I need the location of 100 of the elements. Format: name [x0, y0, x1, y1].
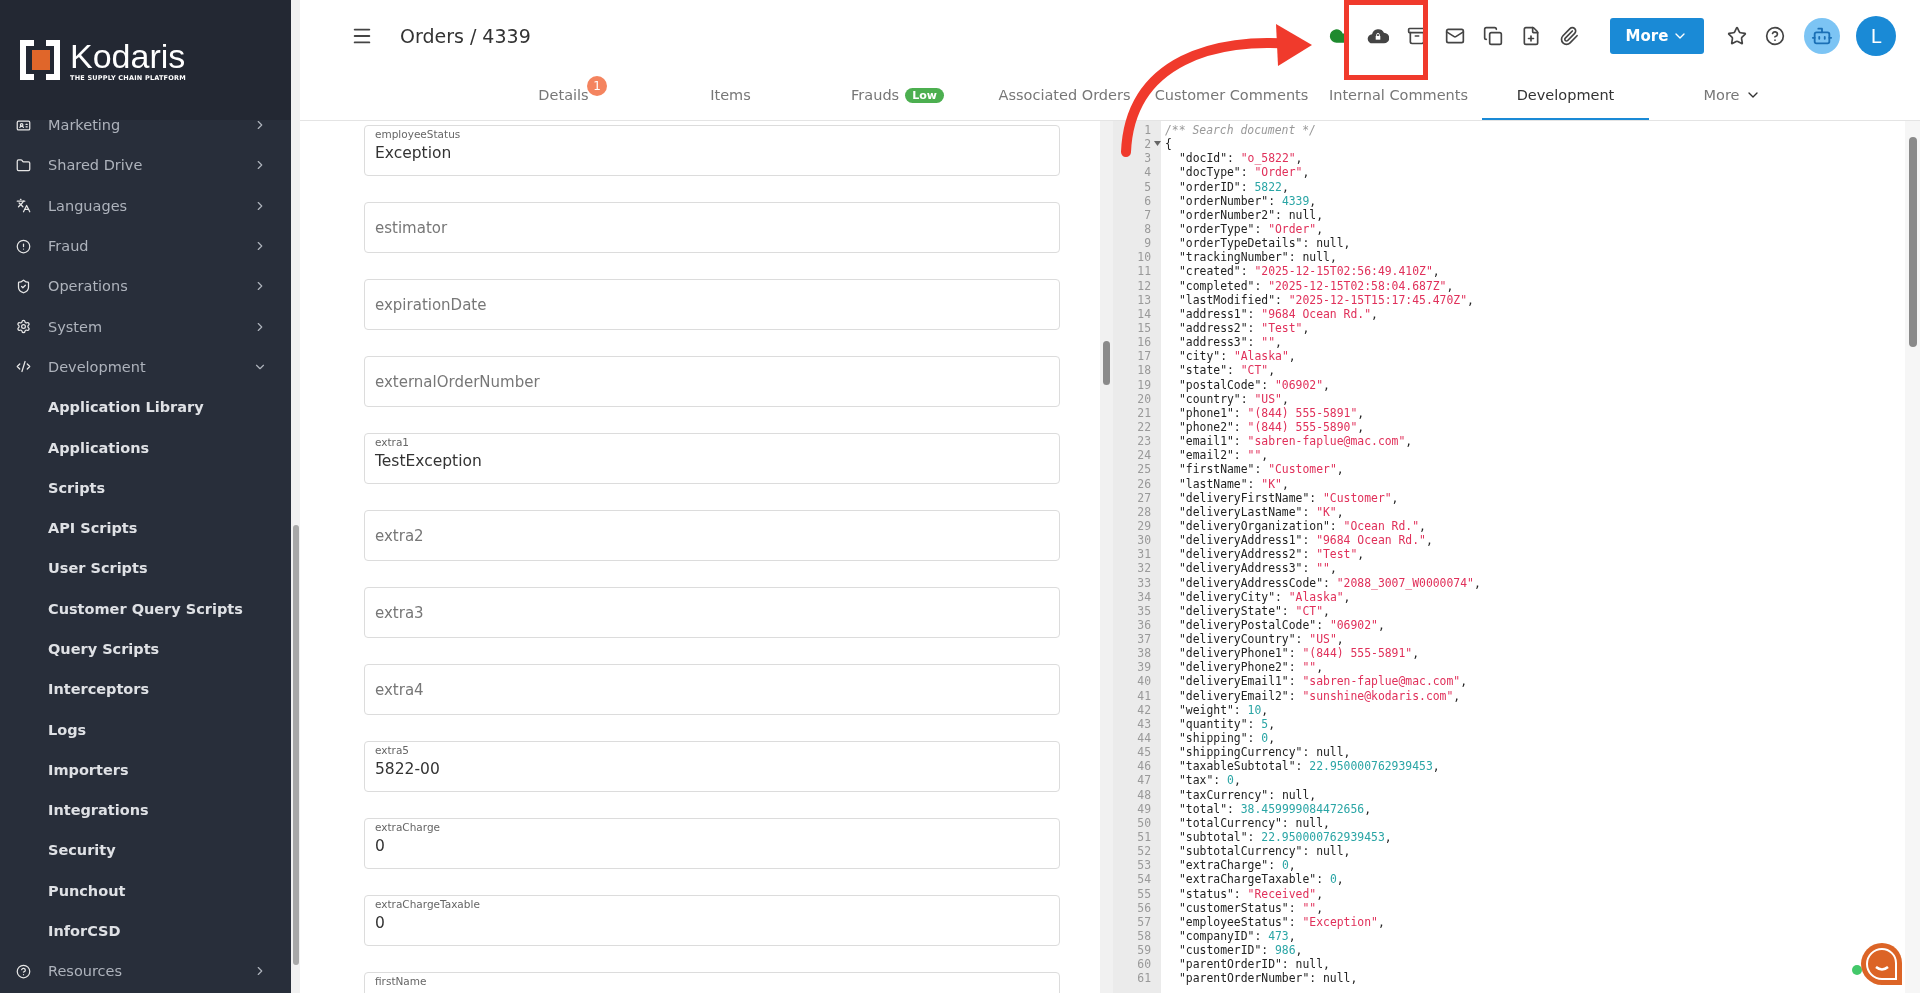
code-line: "deliveryLastName": "K", [1178, 504, 1344, 519]
code-line: "country": "US", [1178, 391, 1289, 406]
form-field[interactable]: extraChargeTaxable 0 [364, 895, 1060, 946]
sidebar-subitem[interactable]: InforCSD [0, 910, 291, 952]
sidebar-item[interactable]: Resources [0, 951, 291, 992]
form-field[interactable]: expirationDate [364, 279, 1060, 330]
mail-icon[interactable] [1445, 26, 1465, 46]
sidebar-item[interactable]: Shared Drive [0, 145, 291, 186]
scrollbar-thumb[interactable] [1908, 137, 1917, 347]
form-field[interactable]: extraCharge 0 [364, 818, 1060, 869]
line-number: 14 [1136, 306, 1152, 321]
code-line: "weight": 10, [1178, 702, 1269, 717]
line-number: 44 [1136, 731, 1152, 746]
form-field[interactable]: extra3 [364, 587, 1060, 638]
tab[interactable]: Internal Comments [1315, 72, 1482, 120]
sidebar-item-icon [16, 319, 31, 335]
logo-icon [18, 38, 62, 82]
tab[interactable]: Associated Orders [981, 72, 1148, 120]
code-line: "subtotalCurrency": null, [1178, 844, 1351, 859]
sidebar-item-icon [16, 238, 31, 254]
code-line: "status": "Received", [1178, 886, 1323, 901]
sidebar-subitem[interactable]: Security [0, 830, 291, 871]
line-number: 39 [1136, 660, 1152, 675]
code-line: "email1": "sabren-faplue@mac.com", [1178, 434, 1413, 449]
sidebar-subitem[interactable]: API Scripts [0, 507, 291, 549]
form-field[interactable]: extra1 TestException [364, 433, 1060, 484]
line-number: 8 [1143, 222, 1152, 237]
sidebar-item[interactable]: System [0, 306, 291, 347]
sidebar-subitem[interactable]: Application Library [0, 387, 291, 428]
sidebar-subitem[interactable]: Logs [0, 709, 291, 750]
sidebar-subitem[interactable]: Interceptors [0, 669, 291, 710]
scrollbar-thumb[interactable] [1103, 341, 1110, 385]
form-field[interactable]: externalOrderNumber [364, 356, 1060, 407]
more-button[interactable]: More [1610, 18, 1704, 54]
sidebar-item[interactable]: Development [0, 346, 291, 388]
cloud-lock-icon[interactable] [1367, 27, 1389, 45]
code-line: "created": "2025-12-15T02:56:49.410Z", [1178, 264, 1440, 279]
copy-icon[interactable] [1483, 26, 1503, 46]
form-field[interactable]: extra2 [364, 510, 1060, 561]
fold-caret-icon[interactable] [1154, 141, 1161, 147]
line-number: 27 [1136, 490, 1152, 505]
tab[interactable]: Details 1 [480, 72, 647, 120]
sidebar-subitem[interactable]: Scripts [0, 467, 291, 508]
form-field[interactable]: extra5 5822-00 [364, 741, 1060, 792]
code-line: "customerStatus": "", [1178, 900, 1324, 915]
line-number: 40 [1136, 674, 1152, 689]
line-number: 36 [1136, 617, 1152, 633]
brand-name: Kodaris [70, 38, 186, 74]
star-icon[interactable] [1727, 26, 1747, 46]
sidebar-subitem[interactable]: Importers [0, 749, 291, 791]
form-field[interactable]: extra4 [364, 664, 1060, 715]
code-line: "shippingCurrency": null, [1178, 745, 1351, 760]
help-icon[interactable] [1765, 26, 1785, 46]
line-number: 30 [1136, 533, 1152, 548]
line-number: 6 [1143, 193, 1152, 208]
sidebar-subitem[interactable]: Query Scripts [0, 628, 291, 670]
line-number: 5 [1143, 179, 1152, 194]
tab[interactable]: Customer Comments [1148, 72, 1315, 120]
sidebar-item[interactable]: Operations [0, 266, 291, 307]
code-line: "address2": "Test", [1178, 320, 1310, 336]
sidebar-subitem[interactable]: Punchout [0, 870, 291, 911]
sidebar-item-icon [16, 963, 31, 979]
tab[interactable]: More [1649, 72, 1816, 120]
sidebar-item[interactable]: Fraud [0, 225, 291, 267]
tab[interactable]: Items [647, 72, 814, 120]
line-number: 55 [1136, 886, 1152, 901]
sidebar-item[interactable]: Languages [0, 185, 291, 226]
form-field[interactable]: estimator [364, 202, 1060, 253]
line-number: 32 [1136, 561, 1152, 576]
sidebar-subitem[interactable]: Integrations [0, 790, 291, 831]
user-avatar[interactable]: L [1856, 16, 1896, 56]
code-line: "orderTypeDetails": null, [1178, 236, 1351, 251]
paperclip-icon[interactable] [1559, 26, 1579, 46]
tab[interactable]: Frauds Low [814, 72, 981, 120]
line-number: 16 [1136, 335, 1152, 350]
sidebar-subitem[interactable]: Customer Query Scripts [0, 588, 291, 629]
line-number: 1 [1143, 123, 1152, 138]
chat-widget-icon[interactable] [1852, 941, 1904, 987]
line-number: 9 [1143, 236, 1152, 251]
line-number: 28 [1136, 504, 1152, 519]
sidebar-subitem[interactable]: Applications [0, 427, 291, 468]
scrollbar-thumb[interactable] [293, 525, 299, 965]
sidebar-item-icon [16, 359, 31, 375]
code-line: "orderNumber": 4339, [1178, 193, 1317, 208]
sidebar-item[interactable]: Marketing [0, 105, 291, 146]
form-field[interactable]: employeeStatus Exception [364, 125, 1060, 176]
line-number: 20 [1136, 391, 1152, 406]
form-field[interactable]: firstName [364, 972, 1060, 993]
line-number: 31 [1136, 547, 1152, 562]
sidebar-subitem[interactable]: User Scripts [0, 548, 291, 589]
line-number: 53 [1136, 858, 1152, 873]
code-line: "shipping": 0, [1178, 731, 1275, 746]
file-plus-icon[interactable] [1521, 26, 1541, 46]
code-line: "employeeStatus": "Exception", [1178, 914, 1385, 929]
code-line: "deliveryCity": "Alaska", [1178, 589, 1351, 604]
code-line: "deliveryEmail2": "sunshine@kodaris.com", [1178, 688, 1461, 703]
tab[interactable]: Development [1482, 72, 1649, 120]
bot-avatar[interactable] [1804, 18, 1840, 54]
code-line: "trackingNumber": null, [1178, 250, 1337, 265]
code-line: "lastName": "K", [1178, 476, 1289, 491]
